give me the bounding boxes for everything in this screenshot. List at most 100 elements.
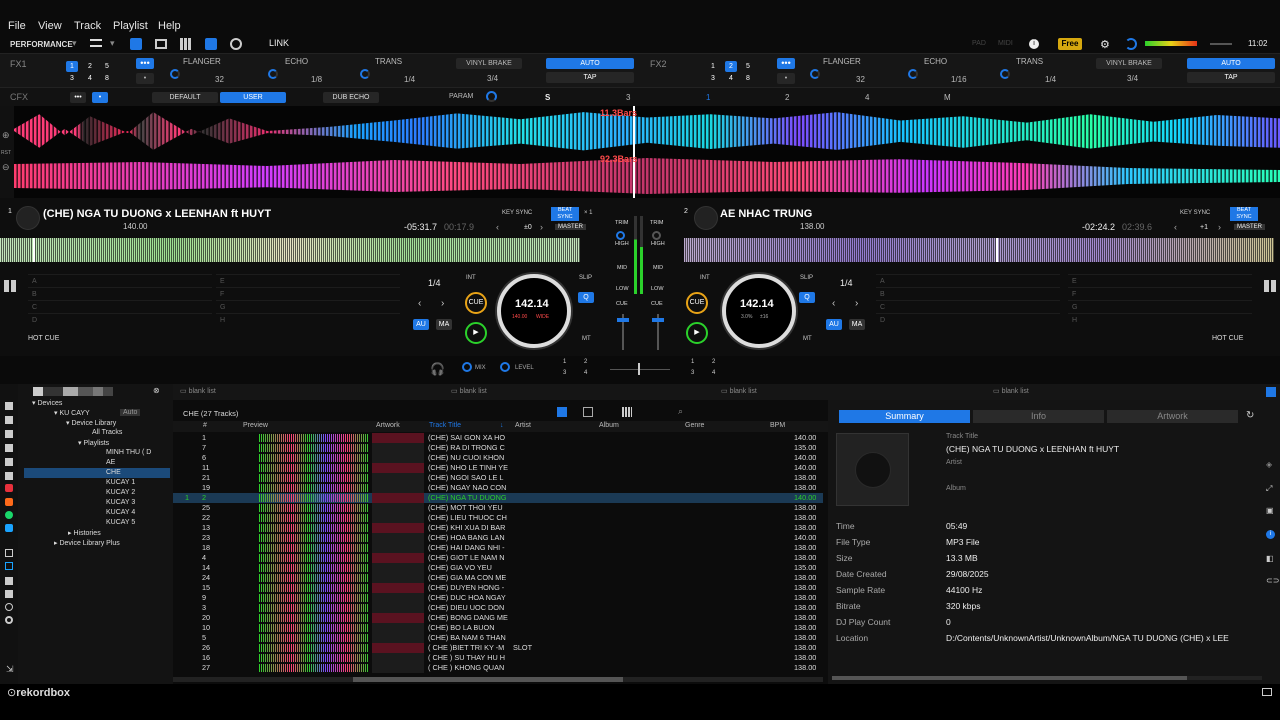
record-icon[interactable] [230,38,242,50]
mode-dropdown-icon[interactable]: ▾ [72,38,77,49]
deck1-key-down[interactable]: ‹ [496,222,499,232]
cfx-num-2[interactable]: 2 [785,93,789,102]
row-preview-waveform[interactable] [259,634,369,642]
history-icon[interactable] [5,430,13,438]
deck2-mt-button[interactable]: MT [803,336,812,342]
deck1-key-up[interactable]: › [540,222,543,232]
mixer-cue-left[interactable]: CUE [616,301,628,307]
mixer-fader-left[interactable] [617,314,629,350]
fx2-effect-3[interactable]: TRANS [1016,57,1043,66]
row-preview-waveform[interactable] [259,484,369,492]
fx-panel-icon[interactable] [130,38,142,50]
col-artwork[interactable]: Artwork [376,422,400,429]
grid-icon[interactable] [5,458,13,466]
headphone-level-knob[interactable] [500,362,510,372]
mixer-panel-icon[interactable] [205,38,217,50]
info-icon[interactable]: i [1029,39,1039,49]
deck1-loop-next[interactable]: › [441,298,444,309]
cfx-num-4[interactable]: 4 [865,93,869,102]
fx1-beat-3[interactable]: 3 [66,73,78,84]
split-view-icon[interactable] [1266,387,1276,397]
info-detail-icon[interactable]: i [1266,530,1275,539]
expand-icon[interactable]: ⤢ [1266,484,1272,494]
tree-devices[interactable]: ▾ Devices [32,399,62,407]
row-preview-waveform[interactable] [259,504,369,512]
info-scrollbar[interactable] [832,676,1262,680]
fx1-beat-4[interactable]: 4 [84,73,96,84]
tree-playlist-7[interactable]: KUCAY 4 [106,509,135,516]
fx1-beat-5[interactable]: 5 [101,61,113,72]
cfx-more-icon[interactable]: ••• [70,92,86,103]
menu-file[interactable]: File [8,20,26,32]
deck1-hotcue-c[interactable]: C [28,300,212,313]
deck1-loop-length[interactable]: 1/4 [428,278,441,288]
tree-playlist-4[interactable]: KUCAY 1 [106,479,135,486]
fx2-dot-icon[interactable]: • [777,73,795,84]
table-row[interactable]: 18 (CHE) HAI DANG NHI - 138.00 [173,543,823,553]
fx1-more-icon[interactable]: ••• [136,58,154,69]
fx1-effect-3[interactable]: TRANS [375,57,402,66]
table-row[interactable]: 26 ( CHE )BIET TRI KY -M SLOT 138.00 [173,643,823,653]
cfx-dub-echo[interactable]: DUB ECHO [323,92,379,103]
deck1-play-button[interactable]: ▶ [465,322,487,344]
deck1-select-3[interactable]: 3 [563,370,566,376]
deck1-overview-waveform[interactable] [0,238,580,262]
row-preview-waveform[interactable] [259,664,369,672]
deck1-hotcue-mode[interactable]: HOT CUE [28,335,59,342]
deck2-ma-button[interactable]: MA [849,319,865,330]
cfx-num-1[interactable]: 1 [706,93,710,102]
deck2-loop-length[interactable]: 1/4 [840,278,853,288]
fx2-beat-3[interactable]: 3 [707,73,719,84]
deck1-beat-sync[interactable]: BEAT SYNC [551,207,579,221]
cfx-on-icon[interactable]: • [92,92,108,103]
row-preview-waveform[interactable] [259,654,369,662]
fx1-auto-button[interactable]: AUTO [546,58,634,69]
row-preview-waveform[interactable] [259,584,369,592]
col-genre[interactable]: Genre [685,422,704,429]
sampler-panel-icon[interactable] [155,39,167,49]
table-row[interactable]: 9 (CHE) DUC HOA NGAY 138.00 [173,593,823,603]
cfx-user-button[interactable]: USER [220,92,286,103]
deck1-hotcue-a[interactable]: A [28,274,212,287]
list-view-icon[interactable] [557,407,567,417]
table-row[interactable]: 23 (CHE) HOA BANG LAN 140.00 [173,533,823,543]
explorer-icon[interactable] [5,444,13,452]
deck2-jog-wheel[interactable]: 142.14 3.0% ±16 [722,274,796,348]
deck2-au-button[interactable]: AU [826,319,842,330]
deck1-ma-button[interactable]: MA [436,319,452,330]
row-preview-waveform[interactable] [259,614,369,622]
table-row[interactable]: 19 (CHE) NGAY NAO CON 138.00 [173,483,823,493]
deck1-hotcue-f[interactable]: F [216,287,400,300]
tree-histories[interactable]: ▸ Histories [68,529,101,537]
fx2-tap-button[interactable]: TAP [1187,72,1275,83]
deck2-overview-waveform[interactable] [684,238,1274,262]
deck1-int-button[interactable]: INT [466,275,476,281]
tree-library-plus[interactable]: ▸ Device Library Plus [54,539,120,547]
table-row[interactable]: 22 (CHE) LIEU THUOC CH 138.00 [173,513,823,523]
columns-icon[interactable] [622,407,632,417]
tag-icon[interactable]: ◈ [1266,460,1272,469]
fx2-auto-button[interactable]: AUTO [1187,58,1275,69]
deck1-mt-button[interactable]: MT [582,336,591,342]
fx1-knob-3[interactable] [360,69,370,79]
fx2-effect-2[interactable]: ECHO [924,57,947,66]
deck2-select-2[interactable]: 2 [712,359,715,365]
col-preview[interactable]: Preview [243,422,268,429]
zoom-out-icon[interactable]: ⊖ [2,162,10,173]
row-preview-waveform[interactable] [259,604,369,612]
deck2-hotcue-h[interactable]: H [1068,313,1252,326]
table-row[interactable]: 7 (CHE) RA DI TRONG C 135.00 [173,443,823,453]
deck2-cue-button[interactable]: CUE [686,292,708,314]
row-preview-waveform[interactable] [259,544,369,552]
fx1-effect-4[interactable]: VINYL BRAKE [456,58,522,69]
info-tab-summary[interactable]: Summary [839,410,970,423]
crossfader[interactable] [610,363,670,375]
deck1-hotcue-g[interactable]: G [216,300,400,313]
layout-dropdown-icon[interactable]: ▾ [110,38,115,49]
deck2-key-sync[interactable]: KEY SYNC [1180,210,1210,216]
plan-badge[interactable]: Free [1058,38,1082,50]
collection-icon[interactable] [5,402,13,410]
row-preview-waveform[interactable] [259,594,369,602]
deck2-slip-button[interactable]: SLIP [800,275,813,281]
menu-playlist[interactable]: Playlist [113,20,148,32]
